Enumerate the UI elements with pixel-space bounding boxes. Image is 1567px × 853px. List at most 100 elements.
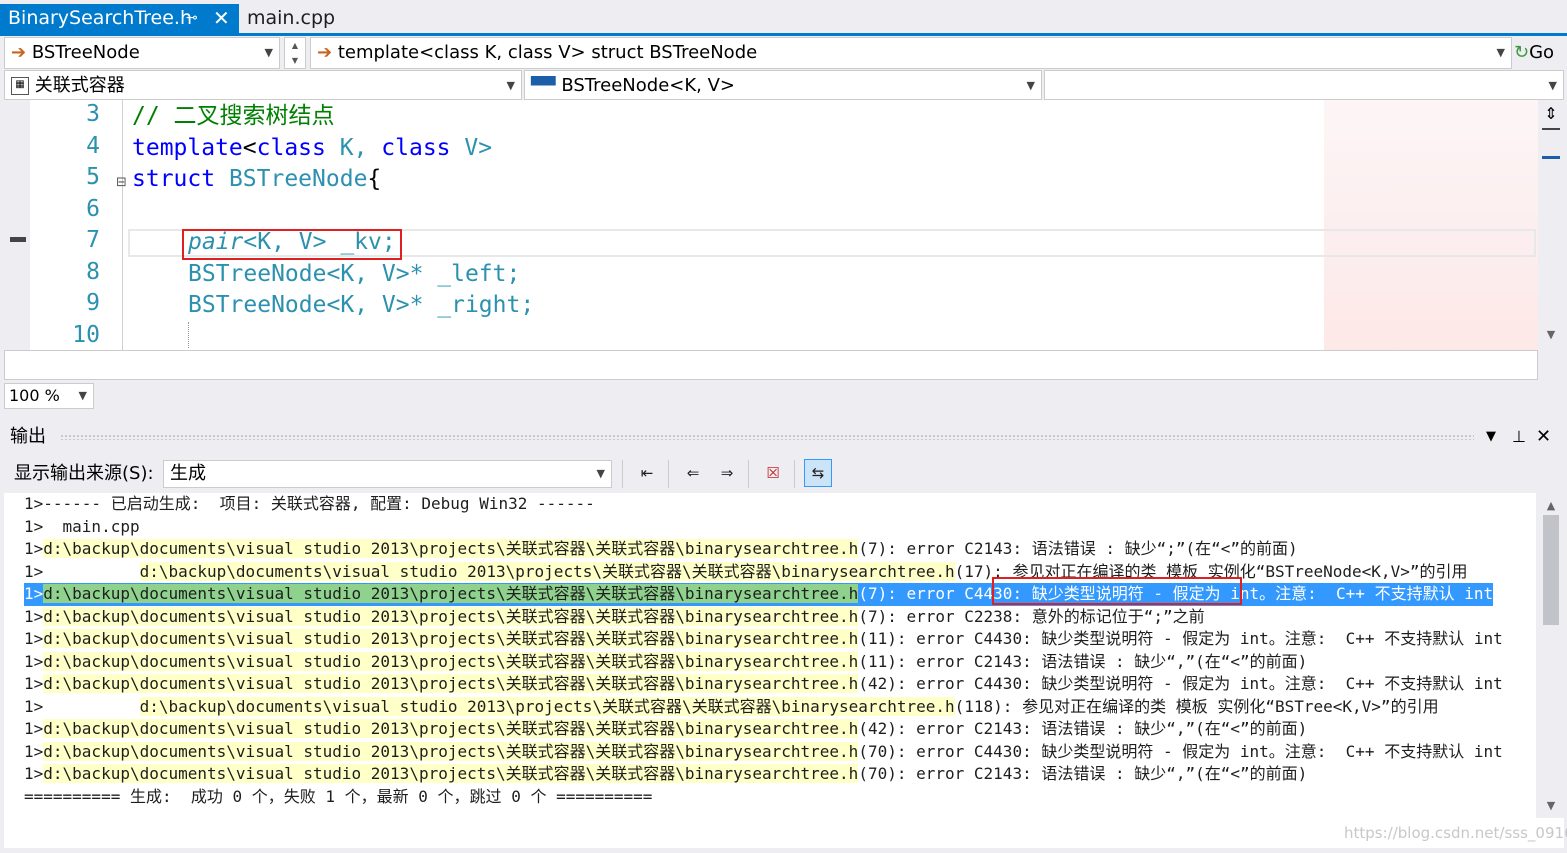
output-text: (11): error C4430: 缺少类型说明符 - 假定为 int。注意:… [858, 629, 1503, 648]
output-line[interactable]: 1>d:\backup\documents\visual studio 2013… [24, 538, 1298, 561]
output-line[interactable]: 1>d:\backup\documents\visual studio 2013… [24, 763, 1307, 786]
member-function-dropdown[interactable]: ▼ [1044, 70, 1564, 100]
scroll-up-icon[interactable]: ▲ [1538, 499, 1564, 512]
comment: // 二叉搜索树结点 [132, 103, 335, 129]
editor-vertical-scrollbar[interactable]: ⇕ ▼ [1538, 100, 1564, 350]
output-line[interactable]: 1> d:\backup\documents\visual studio 201… [24, 696, 1439, 719]
go-button[interactable]: ↻Go [1514, 37, 1564, 69]
output-text-area[interactable]: 1>------ 已启动生成: 项目: 关联式容器, 配置: Debug Win… [4, 493, 1536, 818]
keyword: class [256, 135, 326, 161]
output-line[interactable]: 1>d:\backup\documents\visual studio 2013… [24, 741, 1503, 764]
scope-value: BSTreeNode [31, 42, 140, 63]
zoom-value: 100 % [9, 386, 60, 405]
collapse-icon[interactable]: ⊟ [116, 175, 127, 190]
document-tab-bar: BinarySearchTree.h ⊸ ✕ main.cpp [0, 0, 1567, 36]
code-text: <K, V>* _left; [326, 261, 521, 287]
file-path: d:\backup\documents\visual studio 2013\p… [43, 674, 859, 693]
keyword: class [381, 135, 451, 161]
output-text: (11): error C2143: 语法错误 : 缺少“,”(在“<”的前面) [858, 651, 1308, 671]
chevron-down-icon: ▼ [1026, 79, 1035, 92]
error-highlight-box [992, 577, 1242, 605]
scope-spinner[interactable]: ▲ ▼ [284, 37, 306, 69]
pin-icon[interactable]: ⊸ [186, 4, 198, 33]
output-text: (42): error C4430: 缺少类型说明符 - 假定为 int。注意:… [858, 674, 1503, 693]
type-dropdown[interactable]: ▀▀ BSTreeNode<K, V> ▼ [524, 70, 1042, 100]
up-arrow-icon[interactable]: ▲ [285, 38, 305, 53]
code-line-8: BSTreeNode<K, V>* _left; [188, 259, 520, 290]
line-number: 8 [86, 259, 100, 285]
arrow-right-icon: ➔ [317, 42, 333, 63]
output-line[interactable]: 1>d:\backup\documents\visual studio 2013… [24, 628, 1503, 651]
split-icon[interactable]: ⇕ [1538, 104, 1564, 123]
background-image [1324, 100, 1538, 350]
outline-margin-line [122, 100, 123, 350]
clear-all-icon[interactable]: ☒ [760, 460, 786, 486]
output-text: (118): 参见对正在编译的类 模板 实例化“BSTree<K,V>”的引用 [954, 696, 1439, 716]
output-text: (70): error C2143: 语法错误 : 缺少“,”(在“<”的前面) [858, 764, 1308, 783]
file-path: d:\backup\documents\visual studio 2013\p… [43, 719, 859, 738]
grip-pattern [60, 434, 1474, 440]
project-dropdown[interactable]: ▦ 关联式容器 ▼ [4, 70, 522, 100]
word-wrap-toggle-icon[interactable]: ⇆ [804, 459, 832, 487]
output-vertical-scrollbar[interactable]: ▲ ▼ [1538, 493, 1564, 818]
member-value: template<class K, class V> struct BSTree… [337, 42, 758, 63]
scroll-down-icon[interactable]: ▼ [1538, 799, 1564, 812]
zoom-dropdown[interactable]: 100 % ▼ [4, 383, 94, 409]
file-path: d:\backup\documents\visual studio 2013\p… [43, 764, 859, 783]
output-text: ========== 生成: 成功 0 个，失败 1 个，最新 0 个，跳过 0… [24, 786, 653, 806]
close-icon[interactable]: ✕ [1536, 422, 1551, 452]
code-text: < [242, 135, 257, 161]
toolbar-separator [794, 460, 795, 488]
dropdown-icon[interactable]: ▼ [1486, 422, 1496, 452]
output-line[interactable]: 1>d:\backup\documents\visual studio 2013… [24, 606, 1205, 629]
scroll-thumb[interactable] [1542, 156, 1560, 159]
output-line[interactable]: 1>d:\backup\documents\visual studio 2013… [24, 673, 1503, 696]
tab-label: main.cpp [247, 7, 336, 29]
code-editor[interactable]: 3 4 5 6 7 8 9 10 ⊟ // 二叉搜索树结点 template<c… [4, 100, 1538, 350]
type-name: BSTreeNode [188, 292, 327, 318]
previous-message-icon[interactable]: ⇐ [680, 460, 706, 486]
output-text: 1>------ 已启动生成: 项目: 关联式容器, 配置: Debug Win… [24, 494, 595, 513]
line-number: 3 [86, 101, 100, 127]
arrow-right-icon: ➔ [11, 42, 27, 63]
tab-main-cpp[interactable]: main.cpp [239, 4, 339, 33]
output-line-selected[interactable]: 1>d:\backup\documents\visual studio 2013… [24, 583, 1494, 606]
scope-dropdown[interactable]: ➔ BSTreeNode ▼ [4, 37, 280, 69]
keyword: struct [132, 166, 216, 192]
pin-icon[interactable]: ⊥ [1512, 422, 1526, 452]
keyword: template [132, 135, 243, 161]
file-path: d:\backup\documents\visual studio 2013\p… [43, 651, 859, 671]
go-label: Go [1529, 42, 1555, 63]
scroll-thumb[interactable] [1543, 515, 1559, 625]
close-icon[interactable]: ✕ [213, 4, 230, 33]
scroll-down-icon[interactable]: ▼ [1538, 328, 1564, 341]
output-text: 1> [24, 606, 44, 626]
file-path: d:\backup\documents\visual studio 2013\p… [43, 741, 859, 761]
down-arrow-icon[interactable]: ▼ [285, 53, 305, 68]
line-number: 6 [86, 196, 100, 222]
indent-guide [188, 322, 190, 348]
output-text: 1> [24, 651, 44, 671]
member-dropdown[interactable]: ➔ template<class K, class V> struct BSTr… [310, 37, 1512, 69]
type-name: BSTreeNode [188, 261, 327, 287]
output-text: 1> main.cpp [24, 516, 140, 536]
output-line: 1>------ 已启动生成: 项目: 关联式容器, 配置: Debug Win… [24, 493, 595, 516]
code-line-3: // 二叉搜索树结点 [132, 101, 335, 132]
code-text: K, [325, 135, 382, 161]
file-path: d:\backup\documents\visual studio 2013\p… [139, 561, 955, 581]
watermark-text: https://blog.csdn.net/sss_0916 [1344, 824, 1567, 842]
output-source-dropdown[interactable]: 生成 ▼ [163, 460, 612, 488]
tab-binarysearchtree-h[interactable]: BinarySearchTree.h ⊸ ✕ [0, 4, 239, 33]
output-text: (7): error C2143: 语法错误 : 缺少“;”(在“<”的前面) [858, 539, 1298, 558]
output-line[interactable]: 1>d:\backup\documents\visual studio 2013… [24, 718, 1307, 741]
code-line-4: template<class K, class V> [132, 133, 492, 164]
output-line[interactable]: 1>d:\backup\documents\visual studio 2013… [24, 651, 1307, 674]
output-line[interactable]: 1> d:\backup\documents\visual studio 201… [24, 561, 1467, 584]
file-path: d:\backup\documents\visual studio 2013\p… [43, 606, 859, 626]
next-message-icon[interactable]: ⇒ [714, 460, 740, 486]
output-text: 1> [24, 741, 44, 761]
file-path: d:\backup\documents\visual studio 2013\p… [43, 584, 859, 603]
output-text: (7): error C2238: 意外的标记位于“;”之前 [858, 606, 1205, 626]
find-message-icon[interactable]: ⇤ [634, 460, 660, 486]
output-source-value: 生成 [170, 463, 206, 484]
